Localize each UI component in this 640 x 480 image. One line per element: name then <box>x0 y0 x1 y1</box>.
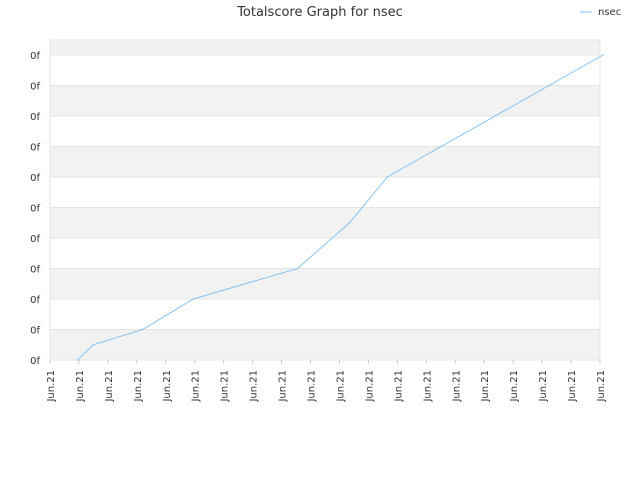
chart-title: Totalscore Graph for nsec <box>236 5 403 20</box>
plot-band <box>50 55 600 86</box>
x-tick-label: Jun.21 <box>133 370 144 403</box>
x-tick-label: Jun.21 <box>75 370 86 403</box>
chart: 0f0f0f0f0f0f0f0f0f0f0f Jun.21 Jun.21 Jun.2… <box>30 5 621 403</box>
x-tick-label: Jun.21 <box>596 370 607 403</box>
x-axis: Jun.21 Jun.21 Jun.21 Jun.21 Jun.21 Jun.21 Jun.… <box>46 360 607 403</box>
plot-band <box>50 116 600 147</box>
data-point <box>92 343 95 346</box>
x-tick-label: Jun.21 <box>335 370 346 403</box>
plot-background <box>50 40 600 360</box>
legend[interactable]: nsec <box>580 7 621 18</box>
data-point <box>386 176 389 178</box>
data-point <box>296 267 299 270</box>
data-point <box>348 221 351 224</box>
x-tick-label: Jun.21 <box>480 370 491 403</box>
x-tick-label: Jun.21 <box>104 370 115 403</box>
data-point <box>76 359 79 361</box>
legend-label-nsec: nsec <box>598 7 621 18</box>
plot-band <box>50 207 600 238</box>
y-tick-label: 0f <box>30 326 40 337</box>
y-tick-label: 0f <box>30 173 40 184</box>
plot-band <box>50 40 600 55</box>
y-axis: 0f 0f 0f 0f 0f 0f 0f 0f 0f 0f 0f <box>30 51 40 367</box>
plot-band <box>50 146 600 177</box>
y-tick-label: 0f <box>30 234 40 245</box>
x-tick-label: Jun.21 <box>46 370 57 403</box>
y-tick-label: 0f <box>30 143 40 154</box>
x-tick-label: Jun.21 <box>451 370 462 403</box>
plot-band <box>50 299 600 330</box>
x-tick-label: Jun.21 <box>278 370 289 403</box>
data-point <box>141 328 144 331</box>
plot-band <box>50 329 600 360</box>
data-point <box>192 298 195 300</box>
y-tick-label: 0f <box>30 51 40 62</box>
x-tick-label: Jun.21 <box>509 370 520 403</box>
x-tick-label: Jun.21 <box>307 370 318 403</box>
x-tick-label: Jun.21 <box>364 370 375 403</box>
plot-band <box>50 85 600 116</box>
y-tick-label: 0f <box>30 204 40 215</box>
plot-band <box>50 177 600 208</box>
y-tick-label: 0f <box>30 265 40 276</box>
x-tick-label: Jun.21 <box>567 370 578 403</box>
plot-band <box>50 268 600 299</box>
y-tick-label: 0f <box>30 295 40 306</box>
data-point <box>602 54 604 56</box>
y-tick-label: 0f <box>30 356 40 367</box>
x-tick-label: Jun.21 <box>393 370 404 403</box>
x-tick-label: Jun.21 <box>249 370 260 403</box>
plot-band <box>50 238 600 269</box>
x-tick-label: Jun.21 <box>220 370 231 403</box>
x-tick-label: Jun.21 <box>191 370 202 403</box>
y-tick-label: 0f <box>30 82 40 93</box>
y-tick-label: 0f <box>30 112 40 123</box>
x-tick-label: Jun.21 <box>422 370 433 403</box>
x-tick-label: Jun.21 <box>538 370 549 403</box>
x-tick-label: Jun.21 <box>162 370 173 403</box>
